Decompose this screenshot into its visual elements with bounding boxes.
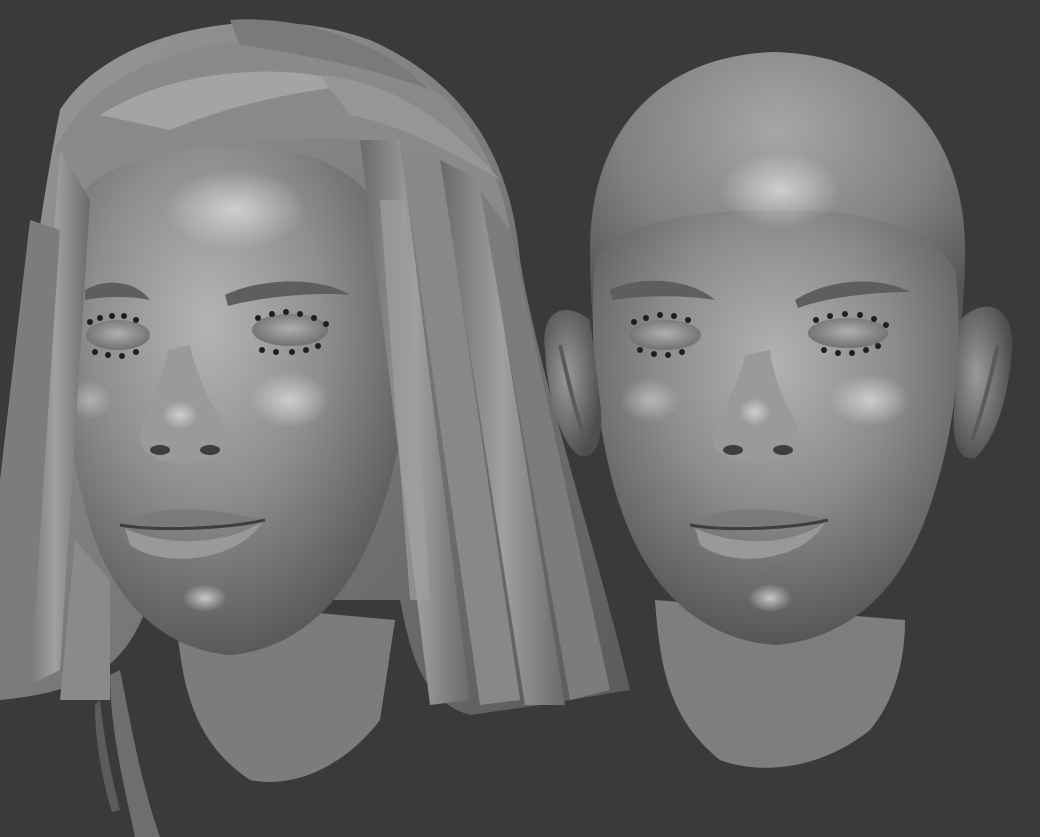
sculpt-viewport[interactable] (0, 0, 1040, 837)
sculpt-render (0, 0, 1040, 837)
